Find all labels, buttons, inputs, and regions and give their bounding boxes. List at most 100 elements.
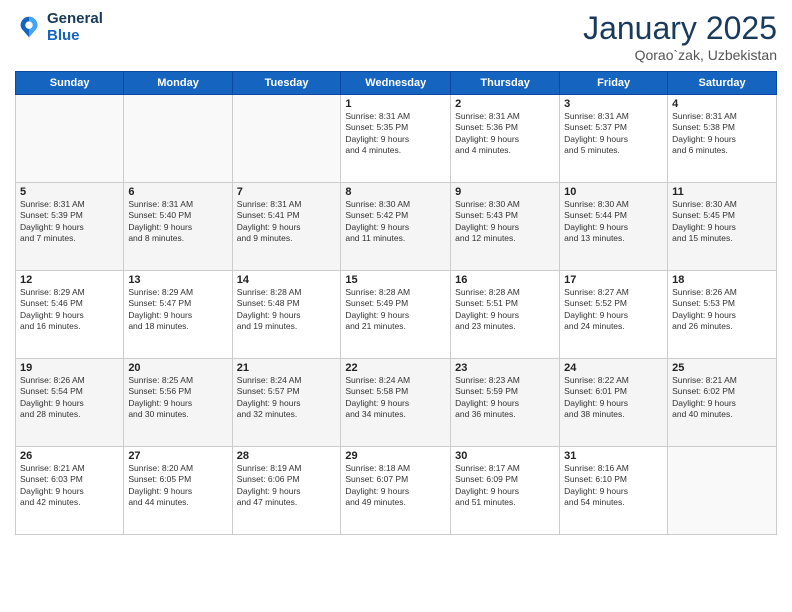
day-number: 2 [455,98,555,110]
day-detail: Sunrise: 8:30 AM Sunset: 5:43 PM Dayligh… [455,199,555,245]
day-number: 1 [345,98,446,110]
calendar-table: SundayMondayTuesdayWednesdayThursdayFrid… [15,71,777,535]
header: General Blue January 2025 Qorao`zak, Uzb… [15,10,777,63]
day-detail: Sunrise: 8:31 AM Sunset: 5:39 PM Dayligh… [20,199,119,245]
calendar-cell: 18Sunrise: 8:26 AM Sunset: 5:53 PM Dayli… [668,271,777,359]
day-detail: Sunrise: 8:26 AM Sunset: 5:53 PM Dayligh… [672,287,772,333]
day-number: 30 [455,450,555,462]
day-number: 13 [128,274,227,286]
weekday-header: Wednesday [341,72,451,95]
calendar-cell: 9Sunrise: 8:30 AM Sunset: 5:43 PM Daylig… [451,183,560,271]
day-detail: Sunrise: 8:20 AM Sunset: 6:05 PM Dayligh… [128,463,227,509]
calendar-header: SundayMondayTuesdayWednesdayThursdayFrid… [16,72,777,95]
calendar-cell: 8Sunrise: 8:30 AM Sunset: 5:42 PM Daylig… [341,183,451,271]
calendar-cell: 29Sunrise: 8:18 AM Sunset: 6:07 PM Dayli… [341,447,451,535]
day-detail: Sunrise: 8:31 AM Sunset: 5:38 PM Dayligh… [672,111,772,157]
day-number: 7 [237,186,337,198]
calendar-body: 1Sunrise: 8:31 AM Sunset: 5:35 PM Daylig… [16,95,777,535]
calendar-cell: 30Sunrise: 8:17 AM Sunset: 6:09 PM Dayli… [451,447,560,535]
day-detail: Sunrise: 8:21 AM Sunset: 6:03 PM Dayligh… [20,463,119,509]
day-number: 11 [672,186,772,198]
calendar-cell: 5Sunrise: 8:31 AM Sunset: 5:39 PM Daylig… [16,183,124,271]
day-number: 22 [345,362,446,374]
day-number: 18 [672,274,772,286]
logo-text: General Blue [47,10,103,44]
logo: General Blue [15,10,103,44]
calendar-cell: 24Sunrise: 8:22 AM Sunset: 6:01 PM Dayli… [560,359,668,447]
day-number: 24 [564,362,663,374]
calendar-cell: 28Sunrise: 8:19 AM Sunset: 6:06 PM Dayli… [232,447,341,535]
weekday-header: Friday [560,72,668,95]
calendar-cell: 1Sunrise: 8:31 AM Sunset: 5:35 PM Daylig… [341,95,451,183]
weekday-header: Thursday [451,72,560,95]
day-detail: Sunrise: 8:30 AM Sunset: 5:42 PM Dayligh… [345,199,446,245]
calendar-cell: 10Sunrise: 8:30 AM Sunset: 5:44 PM Dayli… [560,183,668,271]
day-detail: Sunrise: 8:29 AM Sunset: 5:46 PM Dayligh… [20,287,119,333]
title-block: January 2025 Qorao`zak, Uzbekistan [583,10,777,63]
day-number: 29 [345,450,446,462]
day-detail: Sunrise: 8:30 AM Sunset: 5:45 PM Dayligh… [672,199,772,245]
calendar-cell: 20Sunrise: 8:25 AM Sunset: 5:56 PM Dayli… [124,359,232,447]
day-number: 8 [345,186,446,198]
day-number: 26 [20,450,119,462]
day-number: 14 [237,274,337,286]
day-detail: Sunrise: 8:31 AM Sunset: 5:41 PM Dayligh… [237,199,337,245]
calendar-week: 19Sunrise: 8:26 AM Sunset: 5:54 PM Dayli… [16,359,777,447]
day-number: 28 [237,450,337,462]
day-number: 23 [455,362,555,374]
weekday-header: Sunday [16,72,124,95]
day-number: 15 [345,274,446,286]
calendar-cell: 19Sunrise: 8:26 AM Sunset: 5:54 PM Dayli… [16,359,124,447]
day-detail: Sunrise: 8:31 AM Sunset: 5:37 PM Dayligh… [564,111,663,157]
calendar-cell: 13Sunrise: 8:29 AM Sunset: 5:47 PM Dayli… [124,271,232,359]
calendar-cell [124,95,232,183]
calendar-cell: 25Sunrise: 8:21 AM Sunset: 6:02 PM Dayli… [668,359,777,447]
day-detail: Sunrise: 8:24 AM Sunset: 5:57 PM Dayligh… [237,375,337,421]
calendar-cell: 22Sunrise: 8:24 AM Sunset: 5:58 PM Dayli… [341,359,451,447]
day-detail: Sunrise: 8:31 AM Sunset: 5:35 PM Dayligh… [345,111,446,157]
day-detail: Sunrise: 8:29 AM Sunset: 5:47 PM Dayligh… [128,287,227,333]
calendar-week: 26Sunrise: 8:21 AM Sunset: 6:03 PM Dayli… [16,447,777,535]
day-detail: Sunrise: 8:30 AM Sunset: 5:44 PM Dayligh… [564,199,663,245]
day-detail: Sunrise: 8:28 AM Sunset: 5:48 PM Dayligh… [237,287,337,333]
day-detail: Sunrise: 8:31 AM Sunset: 5:36 PM Dayligh… [455,111,555,157]
calendar-cell: 3Sunrise: 8:31 AM Sunset: 5:37 PM Daylig… [560,95,668,183]
calendar-cell: 27Sunrise: 8:20 AM Sunset: 6:05 PM Dayli… [124,447,232,535]
location: Qorao`zak, Uzbekistan [583,47,777,63]
day-detail: Sunrise: 8:18 AM Sunset: 6:07 PM Dayligh… [345,463,446,509]
calendar-cell: 16Sunrise: 8:28 AM Sunset: 5:51 PM Dayli… [451,271,560,359]
calendar-cell [232,95,341,183]
day-detail: Sunrise: 8:17 AM Sunset: 6:09 PM Dayligh… [455,463,555,509]
day-number: 5 [20,186,119,198]
day-number: 9 [455,186,555,198]
day-number: 21 [237,362,337,374]
day-number: 27 [128,450,227,462]
calendar-cell [668,447,777,535]
calendar-cell: 11Sunrise: 8:30 AM Sunset: 5:45 PM Dayli… [668,183,777,271]
day-detail: Sunrise: 8:19 AM Sunset: 6:06 PM Dayligh… [237,463,337,509]
calendar-cell: 12Sunrise: 8:29 AM Sunset: 5:46 PM Dayli… [16,271,124,359]
calendar-week: 12Sunrise: 8:29 AM Sunset: 5:46 PM Dayli… [16,271,777,359]
day-detail: Sunrise: 8:26 AM Sunset: 5:54 PM Dayligh… [20,375,119,421]
day-detail: Sunrise: 8:27 AM Sunset: 5:52 PM Dayligh… [564,287,663,333]
day-number: 12 [20,274,119,286]
calendar-cell: 7Sunrise: 8:31 AM Sunset: 5:41 PM Daylig… [232,183,341,271]
weekday-header: Saturday [668,72,777,95]
calendar-cell: 4Sunrise: 8:31 AM Sunset: 5:38 PM Daylig… [668,95,777,183]
day-number: 25 [672,362,772,374]
day-number: 17 [564,274,663,286]
day-detail: Sunrise: 8:24 AM Sunset: 5:58 PM Dayligh… [345,375,446,421]
day-detail: Sunrise: 8:23 AM Sunset: 5:59 PM Dayligh… [455,375,555,421]
month-title: January 2025 [583,10,777,47]
calendar-cell: 15Sunrise: 8:28 AM Sunset: 5:49 PM Dayli… [341,271,451,359]
day-number: 10 [564,186,663,198]
calendar-cell: 21Sunrise: 8:24 AM Sunset: 5:57 PM Dayli… [232,359,341,447]
day-detail: Sunrise: 8:31 AM Sunset: 5:40 PM Dayligh… [128,199,227,245]
calendar-week: 5Sunrise: 8:31 AM Sunset: 5:39 PM Daylig… [16,183,777,271]
calendar-cell: 26Sunrise: 8:21 AM Sunset: 6:03 PM Dayli… [16,447,124,535]
weekday-header: Tuesday [232,72,341,95]
calendar-cell: 2Sunrise: 8:31 AM Sunset: 5:36 PM Daylig… [451,95,560,183]
day-detail: Sunrise: 8:22 AM Sunset: 6:01 PM Dayligh… [564,375,663,421]
day-detail: Sunrise: 8:25 AM Sunset: 5:56 PM Dayligh… [128,375,227,421]
day-number: 20 [128,362,227,374]
